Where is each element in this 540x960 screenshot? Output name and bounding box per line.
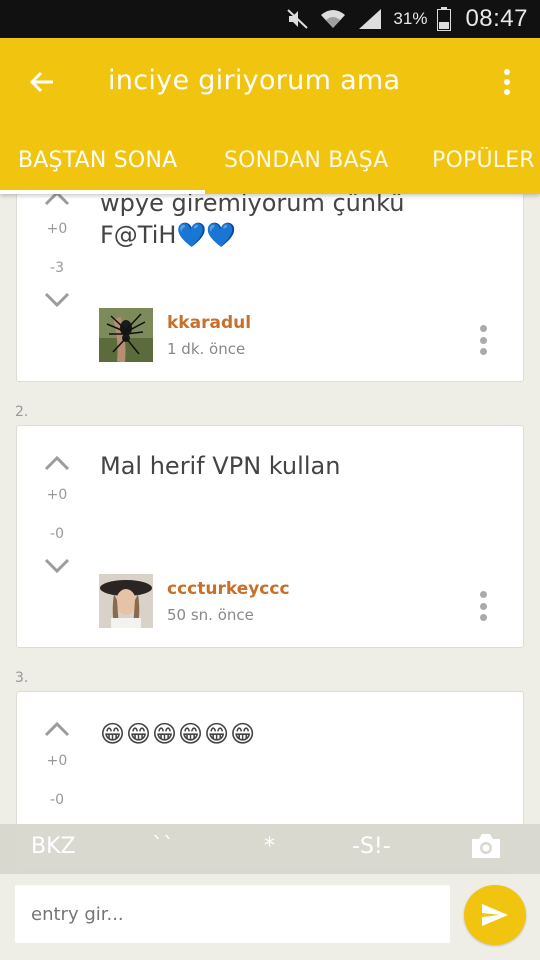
- send-button[interactable]: [464, 885, 526, 945]
- tab-sondan-basa[interactable]: SONDAN BAŞA: [224, 148, 389, 173]
- upvote-button[interactable]: [41, 452, 73, 474]
- camera-button[interactable]: [470, 832, 502, 866]
- author-link[interactable]: kkaradul: [167, 313, 251, 333]
- battery-percent: 31%: [393, 9, 428, 28]
- upvote-count: +0: [46, 221, 68, 237]
- entry-menu-button[interactable]: [479, 325, 487, 355]
- asterisk-shortcut-button[interactable]: *: [264, 834, 275, 859]
- author-link[interactable]: cccturkeyccc: [167, 579, 290, 599]
- send-icon: [482, 904, 508, 926]
- entry-card: +0 -0 Mal herif VPN kullan cccturkeyccc …: [16, 425, 524, 648]
- upvote-button[interactable]: [41, 718, 73, 740]
- tab-bastan-sona[interactable]: BAŞTAN SONA: [18, 148, 177, 173]
- entry-text: 😁😁😁😁😁😁: [100, 718, 500, 750]
- bkz-shortcut-button[interactable]: BKZ: [31, 834, 76, 859]
- shortcut-bar: BKZ `` * -S!-: [0, 824, 540, 874]
- tab-populer[interactable]: POPÜLER: [432, 148, 535, 173]
- entry-time: 50 sn. önce: [167, 606, 254, 624]
- downvote-button[interactable]: [41, 289, 73, 311]
- backtick-shortcut-button[interactable]: ``: [152, 834, 174, 859]
- overflow-menu-button[interactable]: [492, 64, 522, 100]
- downvote-button[interactable]: [41, 555, 73, 577]
- spoiler-shortcut-button[interactable]: -S!-: [352, 834, 391, 859]
- downvote-count: -0: [50, 792, 64, 808]
- battery-icon: [437, 7, 452, 31]
- entry-text-line: Mal herif VPN kullan: [100, 452, 341, 480]
- back-button[interactable]: [22, 62, 62, 102]
- mute-icon: [287, 9, 309, 29]
- entry-menu-button[interactable]: [479, 591, 487, 621]
- entry-number: 2.: [15, 404, 29, 420]
- page-title: inciye giriyorum ama: [108, 65, 401, 96]
- downvote-count: -3: [50, 260, 64, 276]
- tab-bar: BAŞTAN SONA SONDAN BAŞA POPÜLER: [0, 140, 540, 194]
- upvote-count: +0: [46, 753, 68, 769]
- camera-icon: [472, 834, 500, 858]
- avatar[interactable]: [99, 574, 153, 628]
- status-bar: 31% 08:47: [0, 0, 540, 38]
- wifi-icon: [319, 8, 347, 30]
- upvote-count: +0: [46, 487, 68, 503]
- entry-text-line: 😁😁😁😁😁😁: [100, 720, 257, 748]
- arrow-left-icon: [29, 71, 53, 93]
- app-bar: inciye giriyorum ama BAŞTAN SONA SONDAN …: [0, 38, 540, 194]
- entry-text: Mal herif VPN kullan: [100, 450, 500, 482]
- avatar[interactable]: [99, 308, 153, 362]
- clock: 08:47: [465, 5, 528, 32]
- entry-input[interactable]: [15, 885, 450, 943]
- active-tab-indicator: [0, 190, 205, 194]
- signal-icon: [357, 8, 383, 30]
- entry-text: wpye giremiyorum çünkü F@TiH💙💙: [100, 187, 500, 251]
- entry-time: 1 dk. önce: [167, 340, 246, 358]
- downvote-count: -0: [50, 526, 64, 542]
- composer-bar: [0, 874, 540, 960]
- entry-number: 3.: [15, 670, 29, 686]
- entry-text-line: F@TiH💙💙: [100, 221, 237, 249]
